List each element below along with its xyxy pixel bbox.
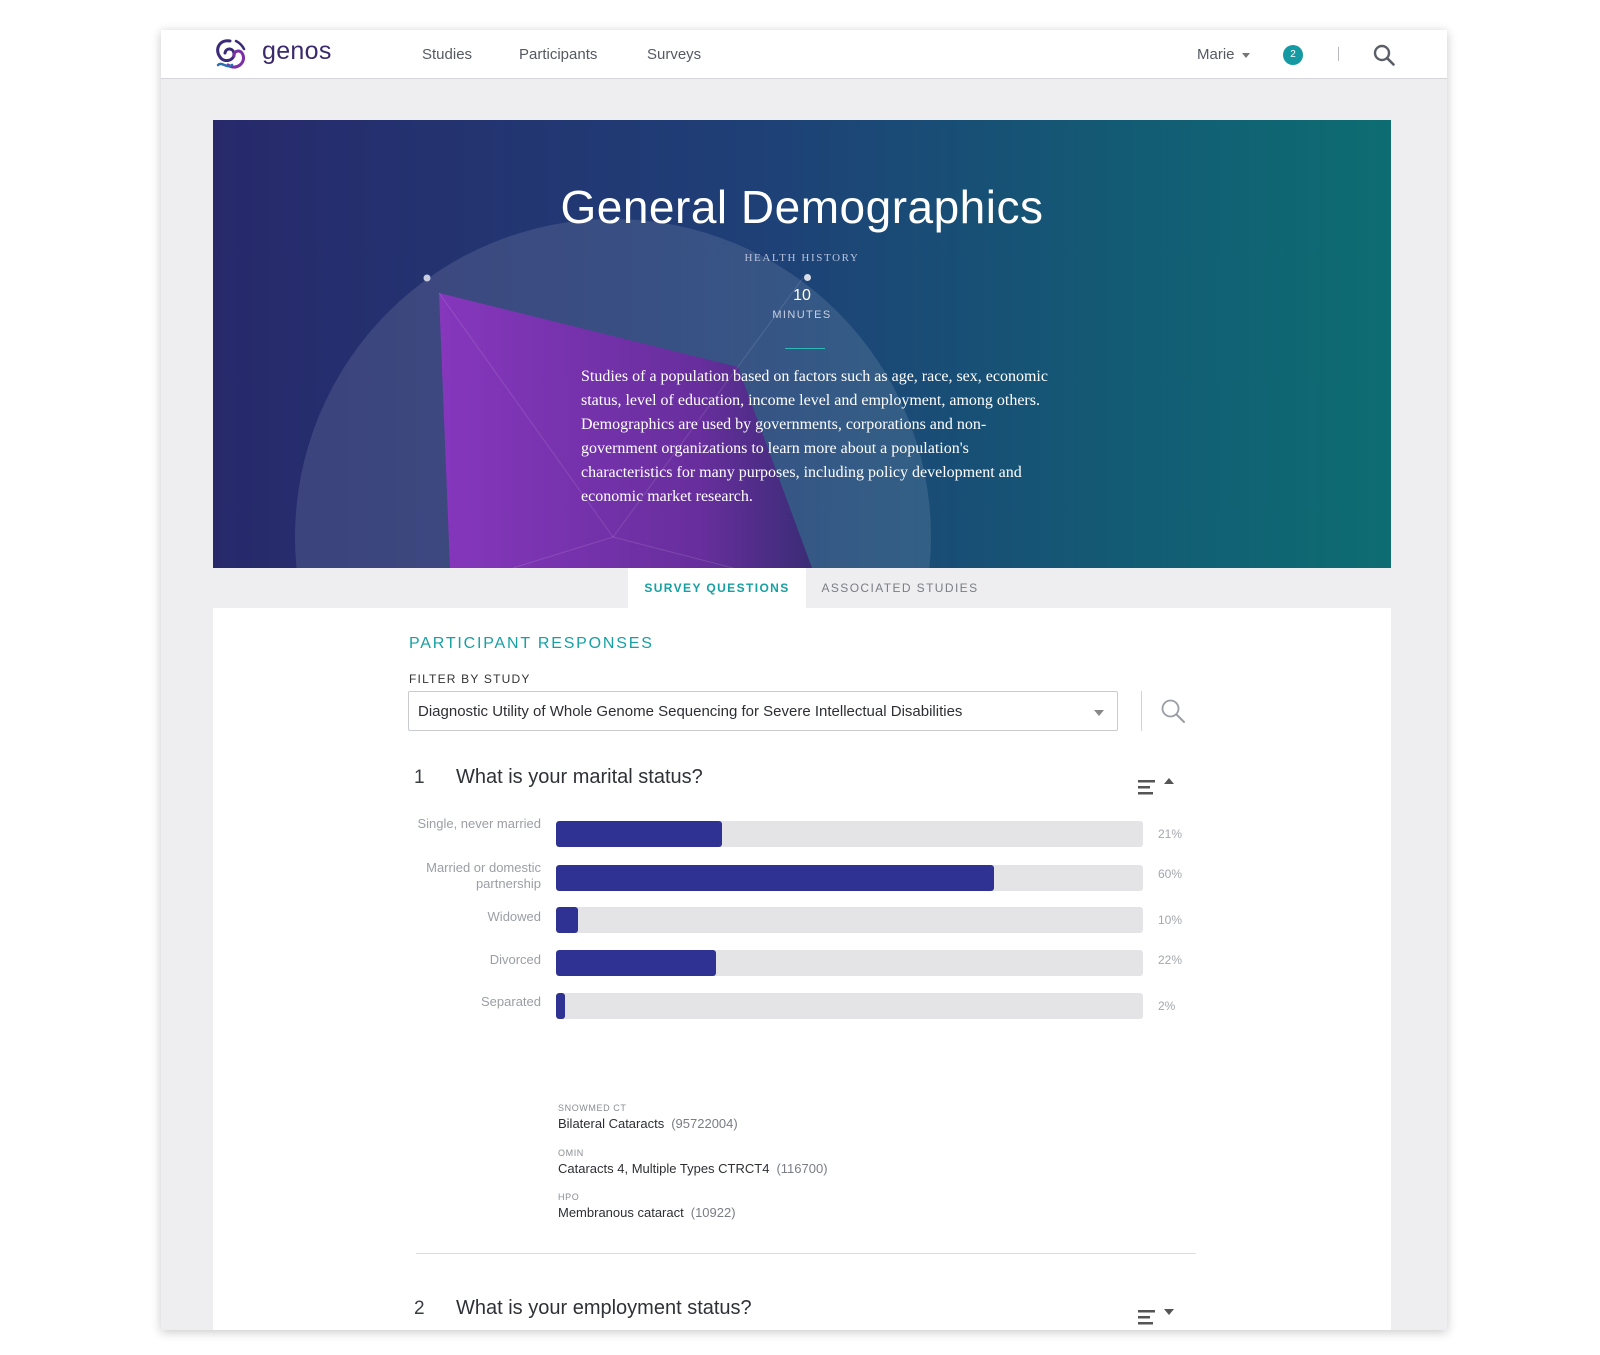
code-entry: Cataracts 4, Multiple Types CTRCT4 (11670… bbox=[558, 1161, 828, 1176]
question-divider bbox=[416, 1253, 1196, 1254]
question-number: 2 bbox=[414, 1298, 425, 1319]
answer-label: Divorced bbox=[489, 952, 541, 967]
survey-content: SURVEY QUESTIONS ASSOCIATED STUDIES PART… bbox=[213, 568, 1391, 1330]
code-id: (95722004) bbox=[671, 1116, 738, 1131]
answer-bar-fill bbox=[556, 865, 994, 891]
code-entry: Bilateral Cataracts (95722004) bbox=[558, 1116, 738, 1131]
answer-label: Married or domestic partnership bbox=[426, 860, 541, 891]
answer-bar-track bbox=[556, 950, 1143, 976]
answer-label: Separated bbox=[481, 994, 541, 1009]
tab-bar: SURVEY QUESTIONS ASSOCIATED STUDIES bbox=[213, 568, 1391, 608]
chevron-down-icon bbox=[1164, 1309, 1174, 1315]
survey-hero-banner: General Demographics HEALTH HISTORY 10 M… bbox=[213, 120, 1391, 568]
answer-bar-track bbox=[556, 993, 1143, 1019]
survey-category: HEALTH HISTORY bbox=[744, 252, 860, 264]
chevron-down-icon bbox=[1094, 710, 1104, 716]
duration-value: 10 bbox=[793, 287, 811, 304]
question-text: What is your employment status? bbox=[456, 1297, 752, 1319]
user-name: Marie bbox=[1197, 46, 1235, 63]
code-id: (116700) bbox=[776, 1161, 828, 1176]
brand-name[interactable]: genos bbox=[262, 37, 332, 66]
code-source: OMIN bbox=[558, 1148, 584, 1158]
bar-chart-icon bbox=[1138, 1310, 1155, 1325]
genos-logo-icon[interactable] bbox=[210, 35, 250, 75]
study-filter-value: Diagnostic Utility of Whole Genome Seque… bbox=[418, 703, 963, 720]
category-dot bbox=[804, 274, 811, 281]
duration-unit: MINUTES bbox=[772, 309, 832, 321]
answer-bar-track bbox=[556, 821, 1143, 847]
nav-link-surveys[interactable]: Surveys bbox=[647, 46, 701, 63]
nav-link-participants[interactable]: Participants bbox=[519, 46, 597, 63]
answer-bar-track bbox=[556, 865, 1143, 891]
answer-bar-track bbox=[556, 907, 1143, 933]
answer-bar-fill bbox=[556, 993, 565, 1019]
top-navigation: genos Studies Participants Surveys Marie… bbox=[161, 30, 1447, 79]
chevron-up-icon bbox=[1164, 778, 1174, 784]
nav-divider bbox=[1338, 47, 1339, 61]
answer-percent: 10% bbox=[1158, 913, 1183, 927]
code-entry: Membranous cataract (10922) bbox=[558, 1205, 736, 1220]
answer-label: Widowed bbox=[487, 909, 541, 924]
code-source: HPO bbox=[558, 1192, 580, 1202]
tab-survey-questions[interactable]: SURVEY QUESTIONS bbox=[628, 568, 806, 608]
study-filter-select[interactable]: Diagnostic Utility of Whole Genome Seque… bbox=[408, 691, 1118, 731]
tab-associated-studies[interactable]: ASSOCIATED STUDIES bbox=[806, 568, 994, 608]
question-text: What is your marital status? bbox=[456, 766, 703, 788]
bar-chart-icon bbox=[1138, 780, 1155, 795]
filter-divider bbox=[1141, 691, 1142, 731]
answer-percent: 60% bbox=[1158, 867, 1183, 881]
code-name: Bilateral Cataracts bbox=[558, 1116, 665, 1131]
survey-description: Studies of a population based on factors… bbox=[581, 368, 1048, 505]
expand-chart-toggle[interactable] bbox=[1138, 1308, 1176, 1328]
answer-label: Single, never married bbox=[417, 816, 541, 831]
answer-bar-fill bbox=[556, 907, 579, 933]
chevron-down-icon bbox=[1241, 52, 1250, 58]
code-name: Membranous cataract bbox=[558, 1205, 684, 1220]
code-id: (10922) bbox=[690, 1205, 736, 1220]
collapse-chart-toggle[interactable] bbox=[1138, 778, 1176, 798]
hero-divider bbox=[785, 348, 825, 349]
section-title: PARTICIPANT RESPONSES bbox=[409, 635, 654, 652]
answer-bar-fill bbox=[556, 821, 723, 847]
answer-percent: 2% bbox=[1158, 999, 1176, 1013]
survey-title: General Demographics bbox=[560, 181, 1044, 233]
nav-link-studies[interactable]: Studies bbox=[422, 46, 472, 63]
search-icon[interactable] bbox=[1160, 698, 1186, 724]
app-window: genos Studies Participants Surveys Marie… bbox=[161, 30, 1447, 1330]
code-source: SNOWMED CT bbox=[558, 1103, 627, 1113]
answer-percent: 21% bbox=[1158, 827, 1183, 841]
code-name: Cataracts 4, Multiple Types CTRCT4 bbox=[558, 1161, 770, 1176]
answer-percent: 22% bbox=[1158, 953, 1183, 967]
user-menu[interactable]: Marie bbox=[1197, 46, 1250, 63]
answer-bar-fill bbox=[556, 950, 716, 976]
question-number: 1 bbox=[414, 767, 425, 788]
search-icon[interactable] bbox=[1372, 43, 1396, 67]
filter-label: FILTER BY STUDY bbox=[409, 672, 531, 686]
notification-badge[interactable]: 2 bbox=[1283, 45, 1303, 65]
